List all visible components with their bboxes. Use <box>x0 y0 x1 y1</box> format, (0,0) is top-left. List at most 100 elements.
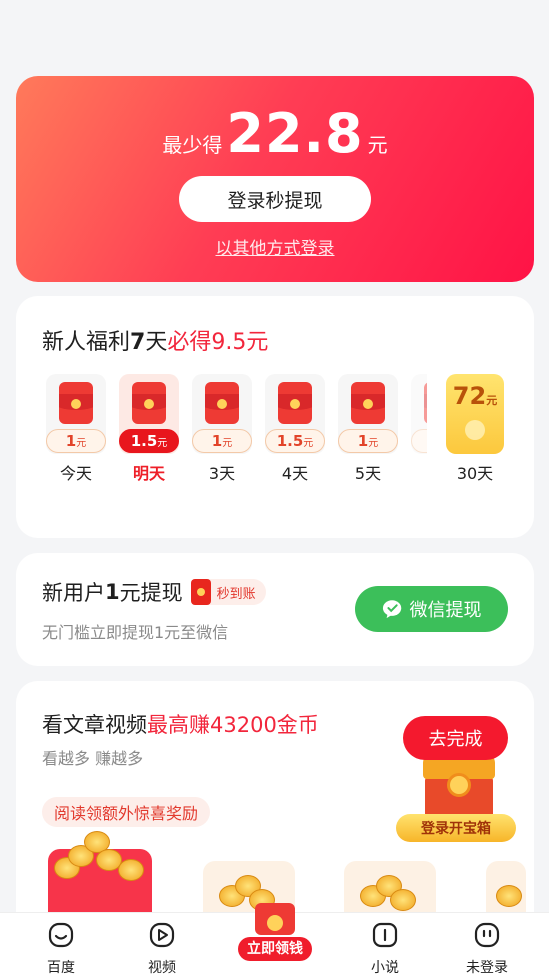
welfare-title-days: 7 <box>130 330 146 355</box>
welfare-title: 新人福利7天必得9.5元 <box>42 324 268 356</box>
red-envelope-icon <box>205 382 239 424</box>
withdraw-title-text: 新用户 <box>42 581 105 605</box>
day-reward-unit: 元 <box>222 438 233 449</box>
read-bonus-tag: 阅读领额外惊喜奖励 <box>42 797 211 827</box>
new-user-welfare-card: 新人福利7天必得9.5元 1元 今天 1.5元 明天 1元 3天 1.5元 4天… <box>16 296 534 538</box>
red-envelope-icon <box>59 382 93 424</box>
reward-amount-row: 最少得 22.8 元 <box>16 104 534 164</box>
bottom-nav: 百度 视频 立即领钱 小说 未登录 <box>0 903 549 976</box>
read-earn-subtitle: 看越多 赚越多 <box>42 749 144 768</box>
day-box: 1 <box>411 374 427 454</box>
withdraw-title-suffix: 元提现 <box>119 581 183 605</box>
gift-amount-value: 72 <box>452 382 487 410</box>
alt-login-link[interactable]: 以其他方式登录 <box>16 234 534 259</box>
login-withdraw-button[interactable]: 登录秒提现 <box>179 176 371 222</box>
go-complete-button[interactable]: 去完成 <box>403 716 508 760</box>
welfare-title-unit: 天 <box>145 330 168 355</box>
new-user-withdraw-card: 新用户 1 元提现 秒到账 无门槛立即提现1元至微信 微信提现 <box>16 553 534 666</box>
coin-icon <box>465 420 485 440</box>
withdraw-title-number: 1 <box>105 580 120 604</box>
nav-label: 视频 <box>148 960 176 976</box>
chest-lock <box>447 773 471 797</box>
coin-stack-icon <box>360 875 420 915</box>
book-icon <box>372 922 398 948</box>
red-envelope-icon <box>424 382 427 424</box>
red-envelope-icon <box>351 382 385 424</box>
day-box: 1元 <box>46 374 106 454</box>
withdraw-subtitle: 无门槛立即提现1元至微信 <box>42 623 229 642</box>
day-reward-unit: 元 <box>303 438 314 449</box>
read-earn-card: 看文章视频最高赚43200金币 看越多 赚越多 去完成 登录开宝箱 阅读领额外惊… <box>16 681 534 941</box>
nav-item-novel[interactable]: 小说 <box>350 921 420 976</box>
open-chest-button[interactable]: 登录开宝箱 <box>396 814 516 842</box>
withdraw-title: 新用户 1 元提现 秒到账 <box>42 577 266 607</box>
nav-label: 小说 <box>371 960 399 976</box>
coin-stack-icon <box>496 875 534 915</box>
baidu-face-icon <box>48 922 74 948</box>
day-label: 明天 <box>132 464 165 483</box>
day-reward-pill: 1.5元 <box>119 429 179 453</box>
day-reward-unit: 元 <box>76 438 87 449</box>
login-hero-card: 最少得 22.8 元 登录秒提现 以其他方式登录 <box>16 76 534 282</box>
day-reward-pill: 1元 <box>338 429 398 453</box>
red-envelope-icon <box>190 579 211 605</box>
day-reward-amount: 1.5 <box>130 432 158 450</box>
day-reward-amount: 1.5 <box>276 432 304 450</box>
play-icon <box>149 922 175 948</box>
read-earn-title: 看文章视频最高赚43200金币 <box>42 709 319 739</box>
welfare-day-5[interactable]: 1元 5天 <box>338 374 398 484</box>
coin-stack-icon <box>48 831 144 881</box>
day-box: 1.5元 <box>119 374 179 454</box>
red-envelope-icon <box>255 903 295 935</box>
badge-text: 秒到账 <box>216 586 256 602</box>
day-reward-unit: 元 <box>157 438 168 449</box>
day-reward-amount: 1 <box>65 432 77 450</box>
day-label: 3天 <box>208 464 236 483</box>
welfare-day-4[interactable]: 1.5元 4天 <box>265 374 325 484</box>
red-envelope-icon <box>132 382 166 424</box>
welfare-day-3[interactable]: 1元 3天 <box>192 374 252 484</box>
nav-label: 未登录 <box>466 960 508 976</box>
day-reward-amount: 1 <box>357 432 369 450</box>
welfare-day-2[interactable]: 1.5元 明天 <box>119 374 179 484</box>
day-reward-pill: 1.5元 <box>265 429 325 453</box>
day-label: 30天 <box>456 464 494 483</box>
welfare-days-strip[interactable]: 1元 今天 1.5元 明天 1元 3天 1.5元 4天 1元 5天 72元 30… <box>46 374 516 484</box>
reward-unit: 元 <box>367 133 388 157</box>
welfare-day-6-partial[interactable]: 1 <box>411 374 427 454</box>
welfare-day-30[interactable]: 72元 30天 <box>446 374 504 484</box>
nav-label: 百度 <box>47 960 75 976</box>
red-envelope-icon <box>278 382 312 424</box>
welfare-title-highlight: 必得9.5元 <box>167 330 269 355</box>
day-label: 5天 <box>354 464 382 483</box>
day-box: 1元 <box>338 374 398 454</box>
instant-arrival-badge: 秒到账 <box>190 579 266 605</box>
nav-item-profile[interactable]: 未登录 <box>452 921 522 976</box>
wechat-withdraw-button[interactable]: 微信提现 <box>355 586 508 632</box>
day-box: 1元 <box>192 374 252 454</box>
wechat-icon <box>382 600 401 619</box>
reward-prefix: 最少得 <box>162 133 223 157</box>
welfare-day-1[interactable]: 1元 今天 <box>46 374 106 484</box>
nav-item-video[interactable]: 视频 <box>127 921 197 976</box>
day-reward-pill: 1 <box>411 429 427 453</box>
nav-label: 立即领钱 <box>238 937 312 961</box>
reward-amount: 22.8 <box>226 102 364 165</box>
user-face-icon <box>474 922 500 948</box>
day-box: 1.5元 <box>265 374 325 454</box>
nav-item-baidu[interactable]: 百度 <box>26 921 96 976</box>
day-reward-unit: 元 <box>368 438 379 449</box>
day-reward-pill: 1元 <box>46 429 106 453</box>
read-earn-title-text: 看文章视频 <box>42 713 147 737</box>
day-reward-amount: 1 <box>211 432 223 450</box>
day-label: 今天 <box>59 464 92 483</box>
nav-item-get-money[interactable]: 立即领钱 <box>238 903 312 961</box>
read-earn-title-highlight: 最高赚43200金币 <box>147 713 319 737</box>
gift-amount: 72元 <box>446 382 504 410</box>
wechat-withdraw-label: 微信提现 <box>409 600 482 621</box>
day-label: 4天 <box>281 464 309 483</box>
welfare-title-text: 新人福利 <box>42 330 131 355</box>
day-reward-pill: 1元 <box>192 429 252 453</box>
gift-amount-unit: 元 <box>486 394 498 407</box>
gift-box: 72元 <box>446 374 504 454</box>
